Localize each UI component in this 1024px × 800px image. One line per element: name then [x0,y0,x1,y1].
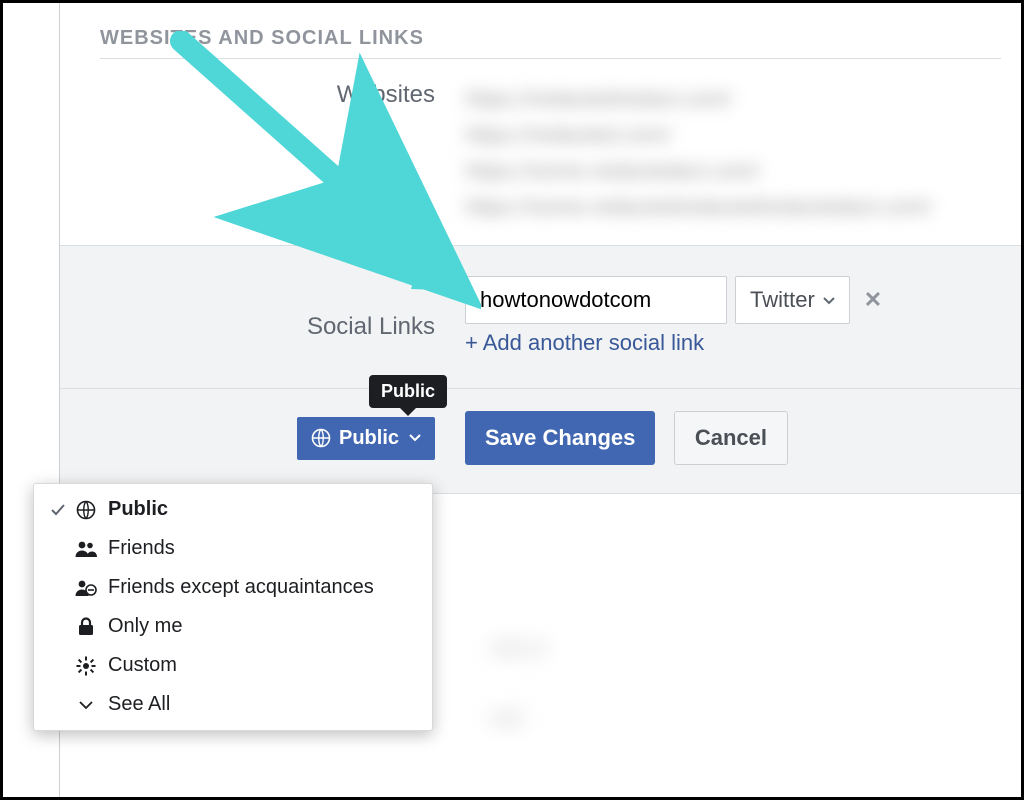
websites-list: https://redactedredact.com/ https://reda… [465,81,1001,225]
section-header: WEBSITES AND SOCIAL LINKS [60,3,1021,58]
chevron-down-icon [823,287,835,313]
action-buttons: Save Changes Cancel [465,411,788,465]
save-button[interactable]: Save Changes [465,411,655,465]
friends-icon [70,540,102,558]
add-social-link-button[interactable]: + Add another social link [465,324,1001,378]
privacy-option-friends-except[interactable]: Friends except acquaintances [34,568,432,607]
globe-icon [70,500,102,520]
lock-icon [70,617,102,637]
redacted-website: https://some.redactedredactedredactedact… [465,189,1001,225]
privacy-selector-button[interactable]: Public [297,417,435,460]
actions-row: Public Public Save Changes Cancel [60,389,1021,493]
globe-icon [311,427,331,450]
privacy-tooltip: Public [369,375,447,408]
social-username-input[interactable] [465,276,727,324]
privacy-option-label: Friends [102,537,175,560]
gear-icon [70,656,102,676]
privacy-option-custom[interactable]: Custom [34,646,432,685]
privacy-option-public[interactable]: Public [34,490,432,529]
check-icon [46,504,70,516]
redacted-content: red-ct red [490,613,546,753]
screenshot-frame: WEBSITES AND SOCIAL LINKS Websites https… [0,0,1024,800]
privacy-selector-wrap: Public Public [60,417,465,460]
cancel-button[interactable]: Cancel [674,411,788,465]
redacted-website: https://some.redactedact.com/ [465,153,1001,189]
privacy-option-label: Public [102,498,168,521]
privacy-dropdown-menu: Public Friends Friends except acquaintan… [33,483,433,731]
friends-except-icon [70,579,102,597]
social-links-controls: Twitter ✕ + Add another social link [465,276,1001,378]
social-platform-label: Twitter [750,287,815,313]
chevron-down-icon [70,700,102,710]
websites-row: Websites https://redactedredact.com/ htt… [60,59,1021,245]
privacy-option-label: Custom [102,654,177,677]
social-platform-dropdown[interactable]: Twitter [735,276,850,324]
privacy-option-label: Only me [102,615,182,638]
redacted-website: https://redacted.com/ [465,117,1001,153]
privacy-option-only-me[interactable]: Only me [34,607,432,646]
privacy-option-friends[interactable]: Friends [34,529,432,568]
social-links-row: Social Links Twitter ✕ + Add another soc… [60,246,1021,388]
privacy-option-label: See All [102,693,170,716]
social-links-label: Social Links [60,313,465,341]
privacy-button-label: Public [339,427,399,450]
remove-social-link-button[interactable]: ✕ [864,287,882,313]
redacted-website: https://redactedredact.com/ [465,81,1001,117]
chevron-down-icon [409,427,421,450]
privacy-option-label: Friends except acquaintances [102,576,374,599]
privacy-option-see-all[interactable]: See All [34,685,432,724]
social-edit-band: Social Links Twitter ✕ + Add another soc… [60,245,1021,494]
websites-label: Websites [60,81,465,109]
